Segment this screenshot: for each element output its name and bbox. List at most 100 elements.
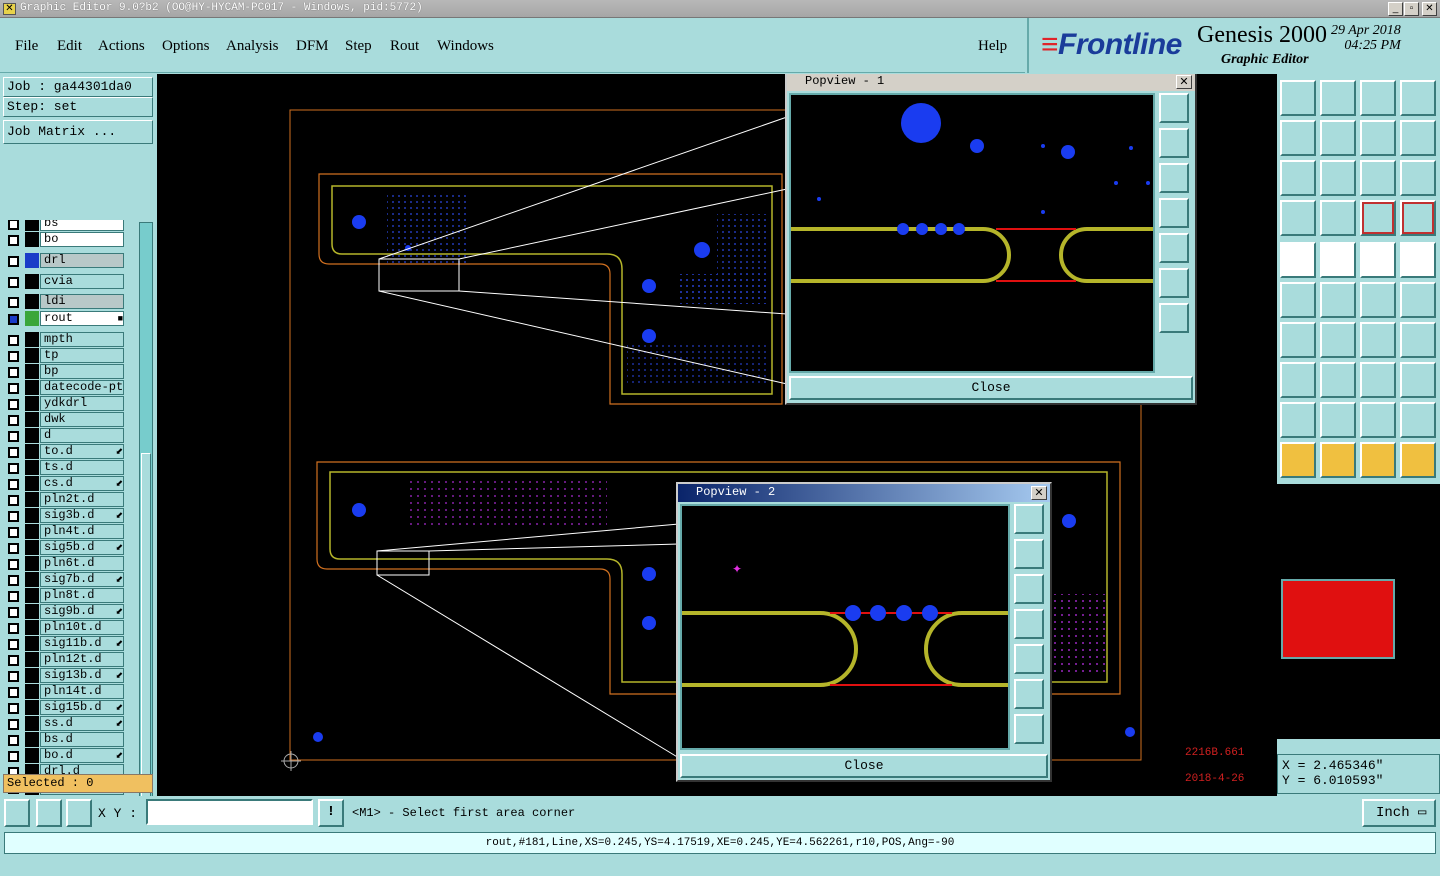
pan-left-icon[interactable] bbox=[1014, 609, 1044, 639]
layer-color-swatch[interactable] bbox=[25, 636, 39, 651]
layer-name[interactable]: pln6t.d bbox=[40, 556, 124, 571]
left-icon[interactable] bbox=[1280, 120, 1316, 156]
pan-up-icon[interactable] bbox=[1014, 539, 1044, 569]
select3-icon[interactable] bbox=[1360, 442, 1396, 478]
layer-checkbox[interactable] bbox=[8, 687, 19, 698]
split-icon[interactable] bbox=[1400, 120, 1436, 156]
pan-right-icon[interactable] bbox=[1014, 644, 1044, 674]
arrow-box-icon[interactable] bbox=[1280, 242, 1316, 278]
menu-file[interactable]: File bbox=[15, 38, 38, 55]
layer-name[interactable]: tp bbox=[40, 348, 124, 363]
pad-icon[interactable] bbox=[1280, 362, 1316, 398]
close-window-button[interactable]: ✕ bbox=[1422, 2, 1437, 16]
layer-row[interactable]: sig7b.d ⬋ bbox=[3, 572, 137, 588]
menu-step[interactable]: Step bbox=[345, 38, 372, 55]
layer-row[interactable]: pln10t.d bbox=[3, 620, 137, 636]
layer-row[interactable]: bp bbox=[3, 364, 137, 380]
cross-icon[interactable] bbox=[1320, 282, 1356, 318]
menu-options[interactable]: Options bbox=[162, 38, 210, 55]
layer-checkbox[interactable] bbox=[8, 639, 19, 650]
layer-checkbox[interactable] bbox=[8, 314, 19, 325]
layer-color-swatch[interactable] bbox=[25, 232, 39, 247]
layer-name[interactable]: pln8t.d bbox=[40, 588, 124, 603]
layer-name[interactable]: datecode-ptd bbox=[40, 380, 124, 395]
pan-down-icon[interactable] bbox=[1014, 574, 1044, 604]
job-matrix-button[interactable]: Job Matrix ... bbox=[3, 120, 153, 144]
layer-checkbox[interactable] bbox=[8, 367, 19, 378]
menu-rout[interactable]: Rout bbox=[390, 38, 419, 55]
layer-row[interactable]: sig9b.d ⬋ bbox=[3, 604, 137, 620]
snap-icon[interactable] bbox=[4, 799, 30, 827]
layer-name[interactable]: ts.d bbox=[40, 460, 124, 475]
menu-actions[interactable]: Actions bbox=[98, 38, 145, 55]
layer-row[interactable]: cvia bbox=[3, 274, 137, 290]
layer-checkbox[interactable] bbox=[8, 383, 19, 394]
layer-checkbox[interactable] bbox=[8, 607, 19, 618]
layer-name[interactable]: bp bbox=[40, 364, 124, 379]
layer-row[interactable]: bo bbox=[3, 232, 137, 248]
layer-checkbox[interactable] bbox=[8, 399, 19, 410]
select2-icon[interactable] bbox=[1320, 442, 1356, 478]
layer-color-swatch[interactable] bbox=[25, 588, 39, 603]
overview-map[interactable] bbox=[1277, 484, 1440, 739]
layer-row[interactable]: pln12t.d bbox=[3, 652, 137, 668]
alert-icon[interactable]: ! bbox=[318, 799, 344, 827]
panel-icon[interactable] bbox=[1400, 80, 1436, 116]
pen-icon[interactable] bbox=[1320, 242, 1356, 278]
layer-name[interactable]: sig5b.d bbox=[40, 540, 124, 555]
layer-row[interactable]: d bbox=[3, 428, 137, 444]
layer-name[interactable]: ss.d bbox=[40, 716, 124, 731]
layer-color-swatch[interactable] bbox=[25, 684, 39, 699]
net-icon[interactable] bbox=[1280, 282, 1316, 318]
layer-checkbox[interactable] bbox=[8, 447, 19, 458]
layer-checkbox[interactable] bbox=[8, 511, 19, 522]
popview-2-canvas[interactable]: ✦ bbox=[680, 504, 1010, 750]
slash-icon[interactable] bbox=[1320, 322, 1356, 358]
fit-icon[interactable] bbox=[1280, 160, 1316, 196]
layer-row[interactable]: bs.d bbox=[3, 732, 137, 748]
layer-checkbox[interactable] bbox=[8, 431, 19, 442]
net-red2-icon[interactable] bbox=[1400, 200, 1436, 236]
layer-name[interactable]: ydkdrl bbox=[40, 396, 124, 411]
pan-down-icon[interactable] bbox=[1159, 163, 1189, 193]
layer-color-swatch[interactable] bbox=[25, 652, 39, 667]
zoom-out-icon[interactable] bbox=[1014, 679, 1044, 709]
layer-color-swatch[interactable] bbox=[25, 716, 39, 731]
box-icon[interactable] bbox=[1360, 362, 1396, 398]
minus-icon[interactable] bbox=[1320, 362, 1356, 398]
layer-checkbox[interactable] bbox=[8, 751, 19, 762]
zoom-in-icon[interactable] bbox=[1159, 303, 1189, 333]
down-step-icon[interactable] bbox=[1320, 80, 1356, 116]
layer-row[interactable]: ss.d ⬋ bbox=[3, 716, 137, 732]
select4-icon[interactable] bbox=[1400, 442, 1436, 478]
layer-name[interactable]: sig15b.d bbox=[40, 700, 124, 715]
layer-row[interactable]: pln14t.d bbox=[3, 684, 137, 700]
pan-right-icon[interactable] bbox=[1159, 233, 1189, 263]
layer-name[interactable]: cvia bbox=[40, 274, 124, 289]
layer-color-swatch[interactable] bbox=[25, 220, 39, 231]
layer-name[interactable]: sig11b.d bbox=[40, 636, 124, 651]
layer-checkbox[interactable] bbox=[8, 575, 19, 586]
layer-checkbox[interactable] bbox=[8, 297, 19, 308]
layer-color-swatch[interactable] bbox=[25, 620, 39, 635]
layer-row[interactable]: datecode-ptd bbox=[3, 380, 137, 396]
layer-name[interactable]: d bbox=[40, 428, 124, 443]
layer-checkbox[interactable] bbox=[8, 623, 19, 634]
layer-name[interactable]: sig9b.d bbox=[40, 604, 124, 619]
center-icon[interactable] bbox=[1320, 160, 1356, 196]
select-icon[interactable] bbox=[1280, 442, 1316, 478]
layer-name[interactable]: mpth bbox=[40, 332, 124, 347]
layer-name[interactable]: bo.d bbox=[40, 748, 124, 763]
layer-name[interactable]: pln14t.d bbox=[40, 684, 124, 699]
layer-row[interactable]: sig15b.d ⬋ bbox=[3, 700, 137, 716]
layer-row[interactable]: tp bbox=[3, 348, 137, 364]
layer-row[interactable]: cs.d ⬋ bbox=[3, 476, 137, 492]
triangle2-icon[interactable] bbox=[1320, 402, 1356, 438]
layer-name[interactable]: pln4t.d bbox=[40, 524, 124, 539]
layer-row[interactable]: rout ■ bbox=[3, 311, 137, 327]
menu-edit[interactable]: Edit bbox=[57, 38, 82, 55]
scroll-thumb[interactable] bbox=[141, 453, 151, 813]
layer-row[interactable]: mpth bbox=[3, 332, 137, 348]
house-icon[interactable] bbox=[1360, 80, 1396, 116]
layer-name[interactable]: pln2t.d bbox=[40, 492, 124, 507]
